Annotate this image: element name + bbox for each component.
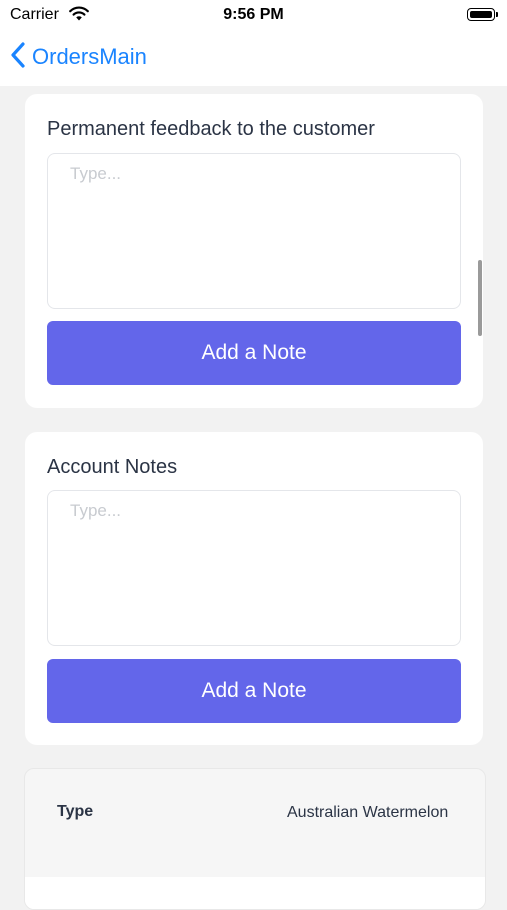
chevron-left-icon bbox=[10, 41, 26, 73]
battery-icon bbox=[467, 8, 495, 21]
feedback-input-placeholder: Type... bbox=[70, 164, 122, 183]
type-value: Australian Watermelon bbox=[287, 804, 449, 821]
feedback-card: Permanent feedback to the customer Type.… bbox=[25, 94, 483, 408]
back-button[interactable]: OrdersMain bbox=[10, 41, 147, 73]
feedback-card-title: Permanent feedback to the customer bbox=[47, 118, 375, 140]
account-notes-title: Account Notes bbox=[47, 456, 178, 478]
status-bar: Carrier 9:56 PM bbox=[0, 0, 507, 30]
info-next-row bbox=[25, 877, 485, 909]
navigation-bar: OrdersMain bbox=[0, 30, 507, 86]
account-notes-input[interactable]: Type... bbox=[47, 490, 461, 646]
account-notes-placeholder: Type... bbox=[70, 501, 122, 520]
type-label: Type bbox=[57, 803, 94, 820]
scroll-indicator[interactable] bbox=[478, 260, 482, 336]
order-info-card: Type Australian Watermelon bbox=[24, 768, 486, 910]
account-notes-card: Account Notes Type... Add a Note bbox=[25, 432, 483, 745]
clock-time: 9:56 PM bbox=[223, 6, 284, 23]
feedback-add-note-button[interactable]: Add a Note bbox=[47, 321, 461, 385]
battery-cap bbox=[496, 12, 498, 17]
back-button-label: OrdersMain bbox=[32, 44, 147, 69]
feedback-note-input[interactable]: Type... bbox=[47, 153, 461, 309]
account-notes-add-note-button[interactable]: Add a Note bbox=[47, 659, 461, 723]
